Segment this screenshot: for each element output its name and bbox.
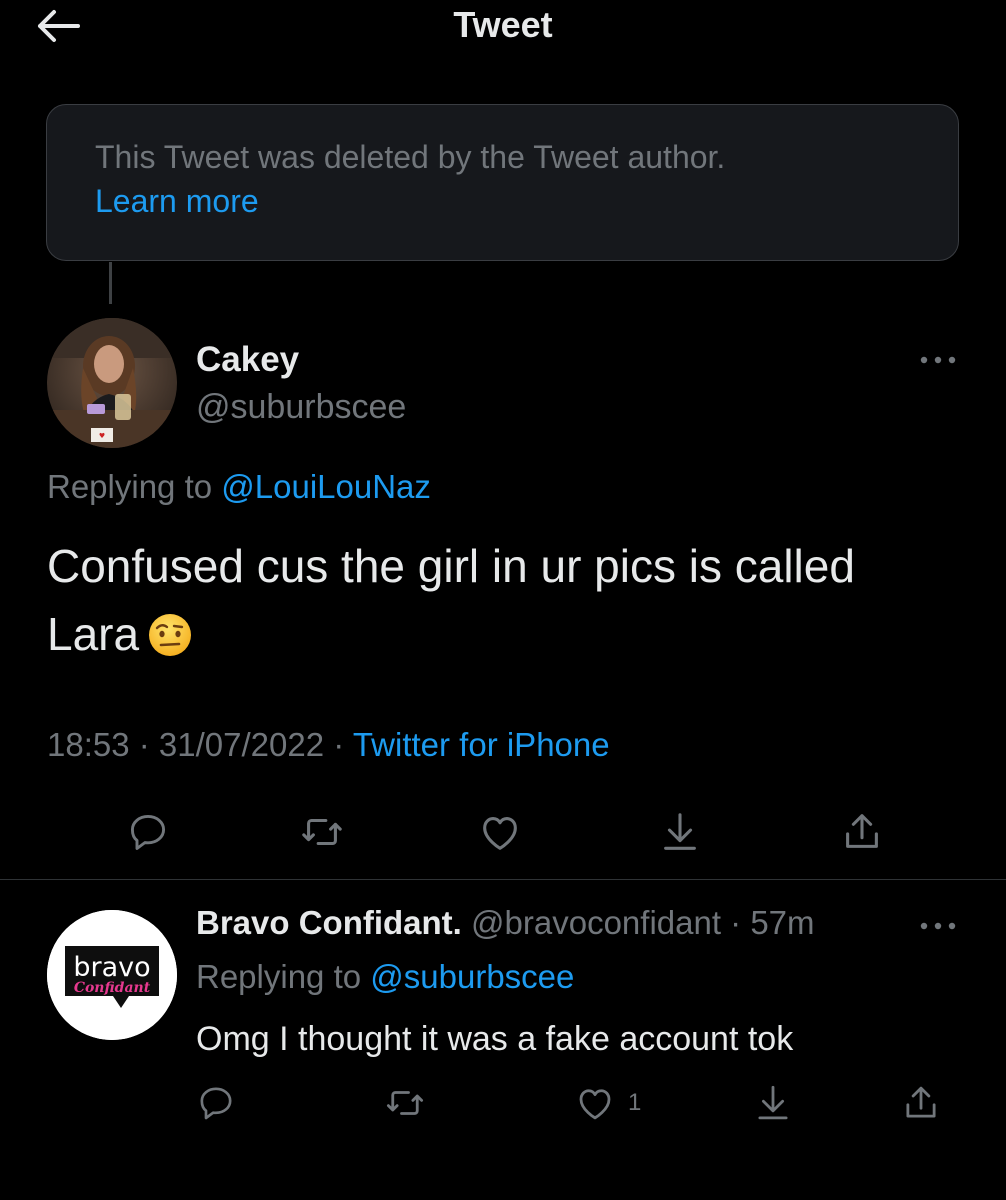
reply-author-handle[interactable]: @bravoconfidant — [471, 904, 721, 941]
share-icon — [906, 1086, 936, 1118]
tweet-date: 31/07/2022 — [158, 726, 325, 763]
top-bar: Tweet — [0, 0, 1006, 52]
like-button[interactable] — [468, 800, 532, 864]
tweet-body: Confused cus the girl in ur pics is call… — [47, 532, 967, 676]
replying-to-label: Replying to — [47, 468, 222, 505]
reply-actions: 1 — [0, 1078, 1006, 1128]
learn-more-link[interactable]: Learn more — [95, 183, 259, 220]
reply-more-options-button[interactable] — [916, 910, 960, 942]
reply-icon — [130, 814, 166, 850]
more-horizontal-icon — [920, 922, 956, 930]
bravo-confidant-logo: bravo Confidant — [47, 910, 177, 1040]
reply-avatar[interactable]: bravo Confidant — [47, 910, 177, 1040]
reply-share-button[interactable] — [900, 1078, 942, 1128]
avatar[interactable]: ♥ — [47, 318, 177, 448]
meta-separator: · — [324, 726, 353, 763]
author-handle[interactable]: @suburbscee — [196, 388, 406, 427]
replying-to-mention[interactable]: @suburbscee — [370, 958, 574, 995]
reply-author-name[interactable]: Bravo Confidant. — [196, 904, 462, 941]
tweet-text-line-1: Confused cus the girl in ur pics is call… — [47, 540, 855, 592]
like-icon — [483, 817, 517, 850]
more-options-button[interactable] — [916, 344, 960, 376]
tweet-actions — [0, 800, 1006, 864]
page-title: Tweet — [453, 4, 553, 45]
share-button[interactable] — [830, 800, 894, 864]
tweet-text-line-2: Lara — [47, 600, 967, 676]
deleted-tweet-notice: This Tweet was deleted by the Tweet auth… — [46, 104, 959, 261]
reply-replying-to-line: Replying to @suburbscee — [196, 958, 574, 996]
reply-button[interactable] — [116, 800, 180, 864]
replying-to-mention[interactable]: @LouiLouNaz — [221, 468, 431, 505]
replying-to-label: Replying to — [196, 958, 371, 995]
deleted-notice-text: This Tweet was deleted by the Tweet auth… — [95, 139, 726, 175]
reply-like-button[interactable]: 1 — [574, 1078, 641, 1128]
meta-separator: · — [129, 726, 159, 763]
svg-text:Confidant: Confidant — [74, 980, 151, 996]
reply-time[interactable]: 57m — [750, 904, 814, 941]
bookmark-button[interactable] — [648, 800, 712, 864]
retweet-button[interactable] — [290, 800, 354, 864]
divider — [0, 879, 1006, 880]
replying-to-line: Replying to @LouiLouNaz — [47, 468, 431, 506]
bookmark-icon — [758, 1085, 788, 1120]
svg-text:bravo: bravo — [73, 952, 150, 983]
thread-connector-line — [109, 262, 112, 304]
retweet-icon — [302, 818, 342, 846]
like-icon — [579, 1089, 611, 1120]
reply-separator: · — [721, 904, 751, 941]
bookmark-icon — [664, 813, 696, 850]
reply-header: Bravo Confidant. @bravoconfidant · 57m — [196, 904, 815, 942]
reply-retweet-button[interactable] — [384, 1078, 426, 1128]
face-with-raised-eyebrow-icon — [147, 608, 193, 676]
like-count: 1 — [628, 1089, 642, 1116]
more-horizontal-icon — [920, 356, 956, 364]
svg-text:♥: ♥ — [99, 432, 105, 440]
retweet-icon — [386, 1091, 424, 1115]
reply-bookmark-button[interactable] — [752, 1078, 794, 1128]
share-icon — [846, 814, 878, 848]
tweet-text-line-2-text: Lara — [47, 608, 140, 660]
author-display-name[interactable]: Cakey — [196, 340, 299, 380]
reply-icon — [200, 1087, 232, 1120]
tweet-meta: 18:53 · 31/07/2022 · Twitter for iPhone — [47, 726, 610, 764]
tweet-time: 18:53 — [47, 726, 130, 763]
tweet-source-link[interactable]: Twitter for iPhone — [353, 726, 610, 763]
profile-photo: ♥ — [47, 318, 177, 448]
reply-body: Omg I thought it was a fake account tok — [196, 1020, 794, 1058]
reply-reply-button[interactable] — [196, 1078, 236, 1128]
